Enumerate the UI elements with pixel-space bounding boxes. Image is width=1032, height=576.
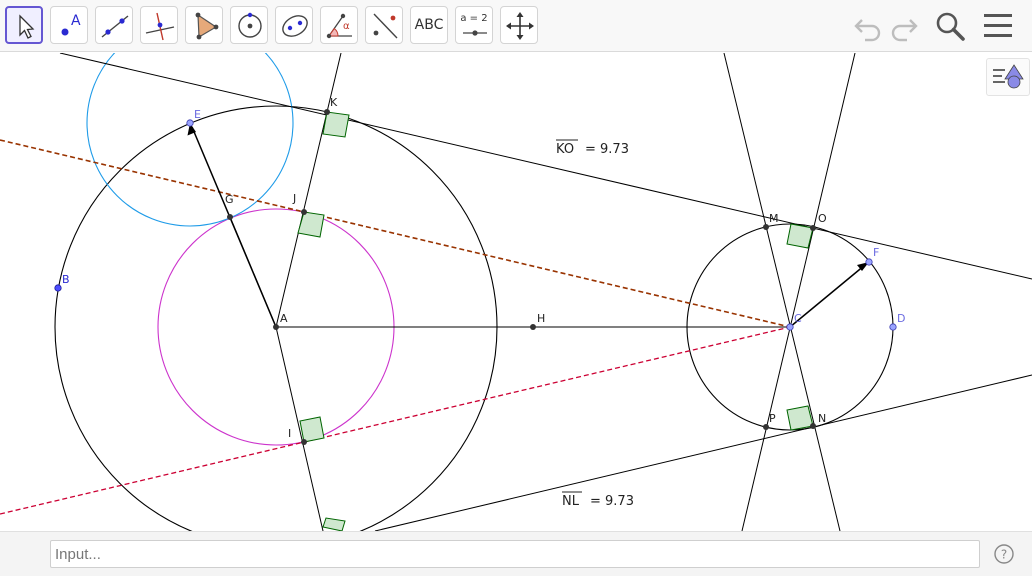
label-c: C bbox=[794, 312, 802, 325]
help-icon[interactable]: ? bbox=[994, 544, 1014, 564]
label-h: H bbox=[537, 312, 545, 325]
point-icon bbox=[61, 28, 69, 36]
vector-ae[interactable] bbox=[191, 126, 277, 328]
dashed-line-brown[interactable] bbox=[0, 139, 791, 328]
point-tool-label: A bbox=[71, 13, 81, 29]
polygon-icon bbox=[195, 12, 219, 40]
circle-icon bbox=[238, 12, 262, 38]
text-tool-label: ABC bbox=[414, 17, 444, 33]
label-d: D bbox=[897, 312, 905, 325]
menu-icon[interactable] bbox=[980, 8, 1016, 44]
label-p: P bbox=[769, 412, 776, 425]
graphics-style-icon bbox=[993, 64, 1024, 89]
input-bar: ? bbox=[0, 531, 1032, 576]
measurements[interactable]: KO = 9.73 NL = 9.73 bbox=[556, 139, 634, 509]
point-labels: A B C D E F G H I J K M N O P bbox=[62, 96, 905, 440]
right-angle-markers bbox=[297, 111, 814, 531]
angle-tool-button[interactable]: α bbox=[320, 6, 358, 44]
label-o: O bbox=[818, 212, 827, 225]
circle-center-point-tool-button[interactable] bbox=[230, 6, 268, 44]
label-a: A bbox=[280, 312, 288, 325]
ellipse-icon bbox=[282, 15, 308, 37]
nl-segment-name: NL bbox=[562, 494, 580, 509]
line-mn[interactable] bbox=[723, 53, 841, 531]
angle-icon bbox=[326, 13, 352, 39]
cursor-arrow-icon bbox=[19, 14, 35, 39]
label-j: J bbox=[292, 192, 296, 205]
reflect-about-line-icon bbox=[373, 13, 398, 39]
dashed-line-red[interactable] bbox=[0, 326, 791, 515]
label-k: K bbox=[330, 96, 338, 109]
ellipse-tool-button[interactable] bbox=[275, 6, 313, 44]
blue-circle[interactable] bbox=[86, 53, 294, 227]
angle-tool-label: α bbox=[343, 21, 350, 32]
point-tool-button[interactable]: A bbox=[50, 6, 88, 44]
line-tool-button[interactable] bbox=[95, 6, 133, 44]
reflect-tool-button[interactable] bbox=[365, 6, 403, 44]
toolbar: A α ABC a = 2 bbox=[0, 0, 1032, 52]
undo-icon[interactable] bbox=[850, 8, 886, 44]
text-tool-button[interactable]: ABC bbox=[410, 6, 448, 44]
label-n: N bbox=[818, 412, 826, 425]
move-arrows-icon bbox=[506, 12, 534, 40]
tangent-line-ko[interactable] bbox=[59, 53, 1032, 280]
perpendicular-line-tool-button[interactable] bbox=[140, 6, 178, 44]
construction-drawing[interactable]: A B C D E F G H I J K M N O P KO = 9.73 … bbox=[0, 53, 1032, 531]
perpendicular-line-icon bbox=[145, 12, 175, 41]
label-m: M bbox=[769, 212, 779, 225]
label-i: I bbox=[288, 427, 291, 440]
ko-segment-name: KO bbox=[556, 142, 574, 157]
free-points[interactable] bbox=[54, 119, 897, 331]
label-f: F bbox=[873, 246, 879, 259]
label-b: B bbox=[62, 273, 70, 286]
nl-segment-value: = 9.73 bbox=[590, 494, 634, 509]
large-circle-about-a[interactable] bbox=[54, 105, 498, 531]
label-g: G bbox=[225, 193, 234, 206]
ko-segment-value: = 9.73 bbox=[585, 142, 629, 157]
tangent-line-nl[interactable] bbox=[374, 374, 1032, 531]
polygon-tool-button[interactable] bbox=[185, 6, 223, 44]
line-aj[interactable] bbox=[275, 53, 342, 328]
search-icon[interactable] bbox=[932, 8, 968, 44]
svg-text:?: ? bbox=[1001, 548, 1007, 562]
label-e: E bbox=[194, 108, 201, 121]
algebra-input[interactable] bbox=[50, 540, 980, 568]
move-tool-button[interactable] bbox=[5, 6, 43, 44]
graphics-view[interactable]: A B C D E F G H I J K M N O P KO = 9.73 … bbox=[0, 53, 1032, 531]
move-graphics-view-tool-button[interactable] bbox=[500, 6, 538, 44]
style-bar-toggle[interactable] bbox=[986, 58, 1030, 96]
slider-icon bbox=[463, 30, 487, 36]
slider-tool-button[interactable]: a = 2 bbox=[455, 6, 493, 44]
line-through-points-icon bbox=[101, 15, 129, 38]
redo-icon[interactable] bbox=[886, 8, 922, 44]
line-op[interactable] bbox=[741, 53, 856, 531]
